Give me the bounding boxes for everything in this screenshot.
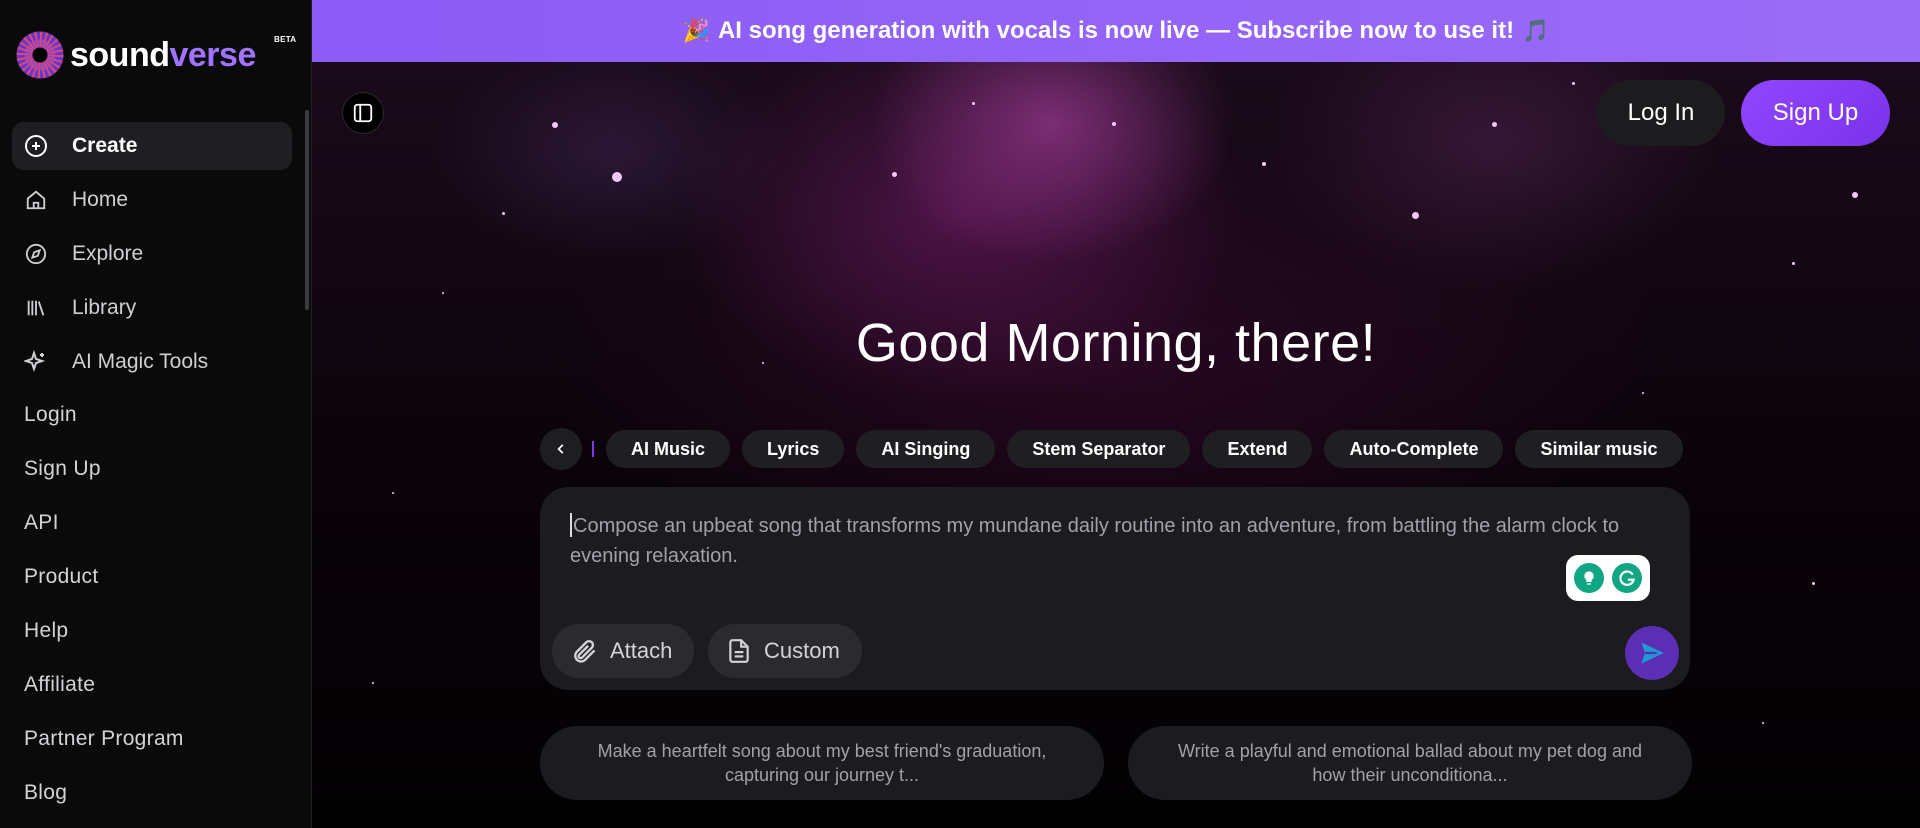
brand-logo[interactable]: soundverse BETA — [16, 30, 296, 80]
chip-lyrics[interactable]: Lyrics — [742, 430, 845, 468]
sidebar-nav: Create Home Explore Library AI Magic Too… — [12, 122, 292, 392]
sidebar-item-label: Explore — [72, 242, 144, 265]
attach-label: Attach — [610, 638, 673, 663]
brand-name-part2: verse — [169, 36, 256, 74]
sidebar-links: Login Sign Up API Product Help Affiliate… — [24, 388, 284, 820]
sidebar-item-label: Create — [72, 134, 138, 157]
chip-ai-singing[interactable]: AI Singing — [856, 430, 996, 468]
chips-prev-button[interactable] — [540, 428, 582, 470]
sidebar-link-api[interactable]: API — [24, 496, 284, 550]
sidebar-item-library[interactable]: Library — [12, 284, 292, 332]
text-caret — [570, 513, 572, 537]
send-button[interactable] — [1625, 626, 1679, 680]
compass-icon — [24, 242, 48, 266]
lightbulb-icon — [1574, 563, 1604, 593]
login-button[interactable]: Log In — [1597, 80, 1725, 146]
sidebar: soundverse BETA Create Home Explore Libr… — [0, 0, 312, 828]
paperclip-icon — [570, 637, 598, 665]
attach-button[interactable]: Attach — [552, 624, 695, 678]
beta-badge: BETA — [274, 35, 297, 44]
sidebar-toggle-button[interactable] — [342, 92, 384, 134]
sidebar-item-label: Home — [72, 188, 129, 211]
sidebar-item-explore[interactable]: Explore — [12, 230, 292, 278]
sparkles-icon — [24, 350, 48, 374]
sidebar-link-partner-program[interactable]: Partner Program — [24, 712, 284, 766]
main-area: 🎉 AI song generation with vocals is now … — [312, 0, 1920, 828]
sidebar-item-home[interactable]: Home — [12, 176, 292, 224]
sidebar-link-sign-up[interactable]: Sign Up — [24, 442, 284, 496]
sidebar-link-product[interactable]: Product — [24, 550, 284, 604]
prompt-composer: Compose an upbeat song that transforms m… — [540, 487, 1690, 690]
document-icon — [726, 637, 752, 665]
sidebar-item-label: AI Magic Tools — [72, 350, 209, 373]
plus-circle-icon — [24, 134, 48, 158]
sidebar-item-create[interactable]: Create — [12, 122, 292, 170]
chip-similar-music[interactable]: Similar music — [1515, 430, 1683, 468]
chevron-left-icon — [557, 444, 564, 454]
soundverse-logo-icon — [16, 31, 64, 79]
send-icon — [1641, 642, 1664, 664]
music-note-icon: 🎵 — [1522, 18, 1550, 43]
library-icon — [24, 296, 48, 320]
party-popper-icon: 🎉 — [682, 18, 710, 43]
home-icon — [24, 188, 48, 212]
signup-button[interactable]: Sign Up — [1741, 80, 1890, 146]
custom-button[interactable]: Custom — [708, 624, 862, 678]
sidebar-item-label: Library — [72, 296, 137, 319]
custom-label: Custom — [764, 638, 840, 663]
sidebar-scrollbar[interactable] — [305, 110, 309, 310]
brand-name-part1: sound — [70, 36, 170, 74]
suggestion-card[interactable]: Write a playful and emotional ballad abo… — [1128, 726, 1692, 800]
banner-text: AI song generation with vocals is now li… — [717, 17, 1515, 44]
sidebar-item-ai-magic-tools[interactable]: AI Magic Tools — [12, 338, 292, 386]
prompt-input-text: Compose an upbeat song that transforms m… — [570, 515, 1620, 567]
suggestion-card[interactable]: Make a heartfelt song about my best frie… — [540, 726, 1104, 800]
sidebar-link-help[interactable]: Help — [24, 604, 284, 658]
chip-ai-music[interactable]: AI Music — [606, 430, 731, 468]
grammarly-icon — [1612, 563, 1642, 593]
sidebar-link-login[interactable]: Login — [24, 388, 284, 442]
sidebar-link-blog[interactable]: Blog — [24, 766, 284, 820]
sidebar-toggle-icon — [353, 103, 373, 123]
brand-name: soundverse — [70, 38, 256, 72]
prompt-input[interactable]: Compose an upbeat song that transforms m… — [570, 511, 1630, 571]
grammarly-widget[interactable] — [1566, 555, 1650, 601]
tool-chips: AI Music Lyrics AI Singing Stem Separato… — [540, 428, 1690, 470]
chip-extend[interactable]: Extend — [1202, 430, 1313, 468]
page-title: Good Morning, there! — [855, 313, 1377, 373]
sidebar-link-affiliate[interactable]: Affiliate — [24, 658, 284, 712]
chip-separator — [592, 441, 594, 457]
chip-auto-complete[interactable]: Auto-Complete — [1324, 430, 1504, 468]
announcement-banner[interactable]: 🎉 AI song generation with vocals is now … — [312, 0, 1920, 62]
chip-stem-separator[interactable]: Stem Separator — [1007, 430, 1191, 468]
